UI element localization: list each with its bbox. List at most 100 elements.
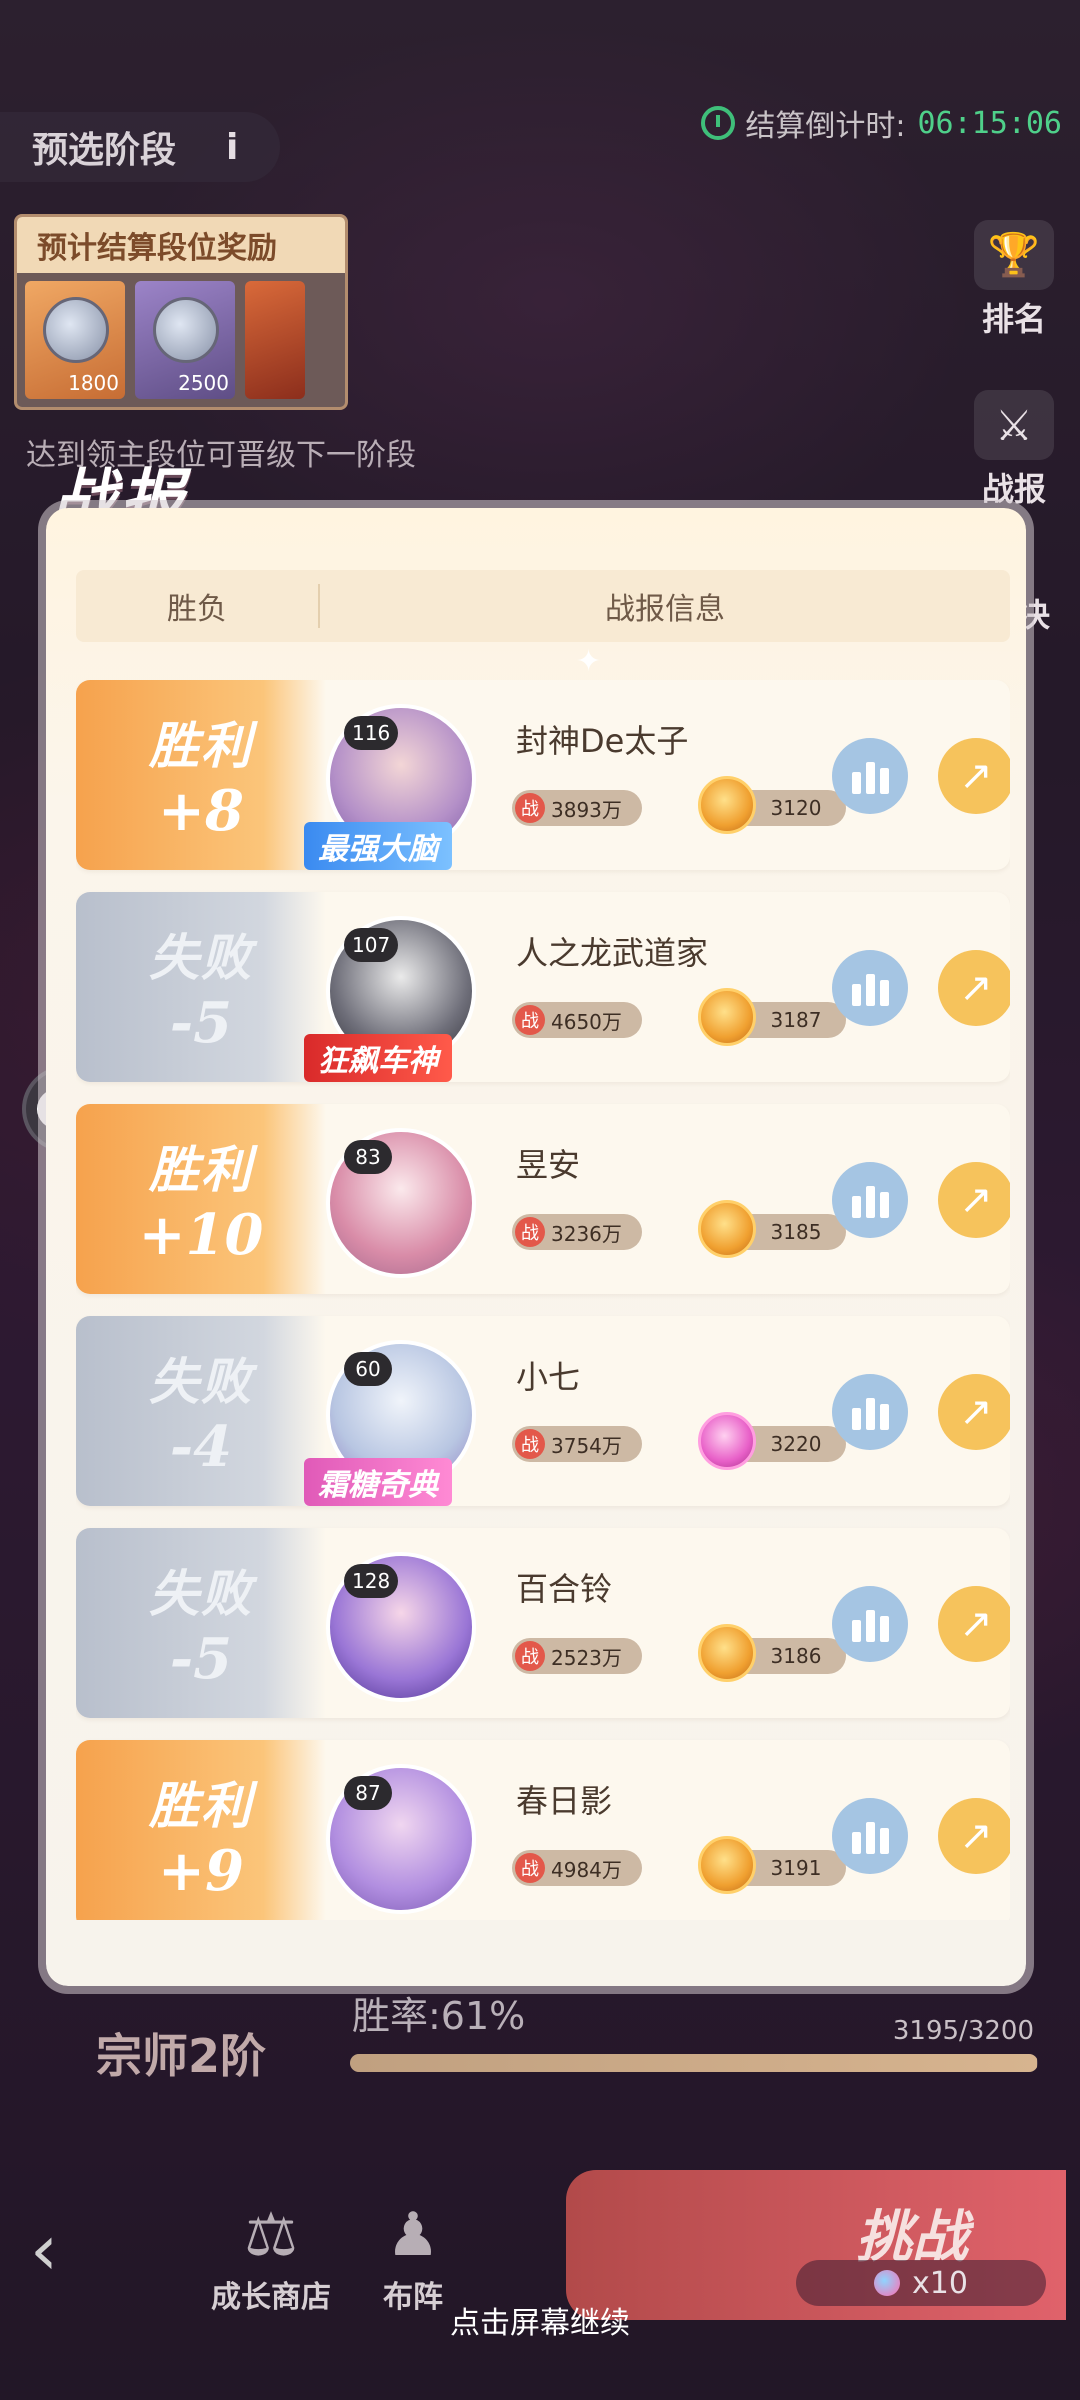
reward-amount: 2500 (178, 371, 229, 395)
share-icon: ↗ (959, 965, 993, 1011)
reward-amount: 1800 (68, 371, 119, 395)
back-arrow-icon: ‹ (30, 2209, 58, 2291)
rank-button[interactable]: 🏆 排名 (968, 220, 1060, 340)
sparkle-icon: ✦ (576, 644, 602, 679)
result-badge: 失败 -5 (76, 892, 326, 1082)
combat-power-value: 3893万 (551, 797, 622, 822)
report-button[interactable]: ⚔ 战报 (968, 390, 1060, 510)
bar-chart-icon (851, 1620, 861, 1642)
player-level: 128 (344, 1564, 399, 1598)
power-badge: 战 (515, 1641, 545, 1671)
back-button[interactable]: ‹ (30, 2200, 170, 2300)
combat-power: 战 4984万 (512, 1850, 642, 1886)
report-button-label: 战报 (981, 470, 1046, 508)
reward-item[interactable]: 1800 (25, 281, 125, 399)
bar-chart-icon-bar (879, 1828, 889, 1854)
result-badge: 胜利 +9 (76, 1740, 326, 1920)
battle-report-row[interactable]: 胜利 +8 116 最强大脑 封神De太子 战 3893万 3120 ↗ (76, 680, 1010, 870)
bar-chart-icon-bar (865, 762, 875, 794)
battle-report-row[interactable]: 失败 -5 107 狂飙车神 人之龙武道家 战 4650万 3187 ↗ (76, 892, 1010, 1082)
power-badge: 战 (515, 793, 545, 823)
stats-button[interactable] (832, 1586, 908, 1662)
combat-power: 战 3236万 (512, 1214, 642, 1250)
player-level: 116 (344, 716, 399, 750)
bar-chart-icon (851, 1832, 861, 1854)
countdown-value: 06:15:06 (917, 105, 1063, 141)
countdown-label: 结算倒计时: (745, 109, 906, 144)
bar-chart-icon-bar (865, 1822, 875, 1854)
share-button[interactable]: ↗ (938, 1586, 1010, 1662)
info-icon[interactable]: i (226, 127, 238, 168)
share-button[interactable]: ↗ (938, 1798, 1010, 1874)
bar-chart-icon (851, 772, 861, 794)
power-badge: 战 (515, 1853, 545, 1883)
battle-report-row[interactable]: 胜利 +10 83 昱安 战 3236万 3185 ↗ (76, 1104, 1010, 1294)
share-icon: ↗ (959, 1601, 993, 1647)
stage-tab[interactable]: 预选阶段 i (0, 112, 280, 182)
battle-report-row[interactable]: 胜利 +9 87 春日影 战 4984万 3191 ↗ (76, 1740, 1010, 1920)
score-change: -4 (169, 1414, 233, 1480)
share-button[interactable]: ↗ (938, 738, 1010, 814)
coin-icon (153, 297, 219, 363)
bar-chart-icon-bar (865, 1398, 875, 1430)
stats-button[interactable] (832, 738, 908, 814)
player-name: 小七 (516, 1358, 581, 1396)
share-button[interactable]: ↗ (938, 1374, 1010, 1450)
clock-icon (701, 106, 736, 140)
coin-icon (43, 297, 109, 363)
settlement-countdown: 结算倒计时: 06:15:06 (701, 98, 1062, 148)
battle-report-row[interactable]: 失败 -5 128 百合铃 战 2523万 3186 ↗ (76, 1528, 1010, 1718)
battle-report-list[interactable]: 胜利 +8 116 最强大脑 封神De太子 战 3893万 3120 ↗ 失败 … (76, 680, 1010, 1920)
combat-power-value: 3236万 (551, 1221, 622, 1246)
power-badge: 战 (515, 1217, 545, 1247)
share-button[interactable]: ↗ (938, 950, 1010, 1026)
player-level: 83 (344, 1140, 392, 1174)
combat-power: 战 3754万 (512, 1426, 642, 1462)
player-level: 87 (344, 1776, 392, 1810)
share-icon: ↗ (959, 1813, 993, 1859)
player-title-tag: 狂飙车神 (304, 1034, 452, 1082)
result-badge: 胜利 +8 (76, 680, 326, 870)
battle-report-row[interactable]: 失败 -4 60 霜糖奇典 小七 战 3754万 3220 ↗ (76, 1316, 1010, 1506)
combat-power: 战 3893万 (512, 790, 642, 826)
rank-name: 宗师2阶 (96, 2029, 267, 2083)
challenge-cost-value: x10 (912, 2265, 968, 2301)
rank-emblem-icon (698, 1412, 756, 1470)
share-button[interactable]: ↗ (938, 1162, 1010, 1238)
stats-button[interactable] (832, 1374, 908, 1450)
reward-item[interactable]: 2500 (135, 281, 235, 399)
score-change: +10 (138, 1202, 264, 1268)
player-level: 60 (344, 1352, 392, 1386)
stats-button[interactable] (832, 950, 908, 1026)
player-title-tag: 最强大脑 (304, 822, 452, 870)
result-label: 失败 (149, 1353, 253, 1411)
rank-points-value: 3186 (770, 1644, 822, 1668)
share-icon: ↗ (959, 1389, 993, 1435)
rank-emblem-icon (698, 1624, 756, 1682)
treasure-chest-icon[interactable] (245, 281, 305, 399)
rank-points-value: 3187 (770, 1008, 822, 1032)
stats-button[interactable] (832, 1798, 908, 1874)
bar-chart-icon-bar (865, 1610, 875, 1642)
bar-chart-icon-bar (879, 1404, 889, 1430)
col-result-header: 胜负 (76, 584, 320, 628)
rank-points-value: 3185 (770, 1220, 822, 1244)
stats-button[interactable] (832, 1162, 908, 1238)
rank-progress-bar (350, 2054, 1038, 2072)
bar-chart-icon-bar (865, 974, 875, 1006)
bar-chart-icon-bar (879, 768, 889, 794)
player-name: 人之龙武道家 (516, 934, 709, 972)
rank-emblem-icon (698, 1836, 756, 1894)
bar-chart-icon-bar (879, 1192, 889, 1218)
reward-panel-title: 预计结算段位奖励 (17, 217, 345, 273)
rank-emblem-icon (698, 776, 756, 834)
player-title-tag: 霜糖奇典 (304, 1458, 452, 1506)
reward-preview-panel[interactable]: 预计结算段位奖励 1800 2500 (14, 214, 348, 410)
score-change: +9 (158, 1838, 244, 1904)
rank-progress-fill (350, 2054, 1037, 2072)
bar-chart-icon-bar (879, 980, 889, 1006)
rank-points-value: 3220 (770, 1432, 822, 1456)
tap-to-continue-hint[interactable]: 点击屏幕继续 (0, 2298, 1080, 2342)
scales-icon: ⚖ (244, 2200, 298, 2270)
rank-points-value: 3191 (770, 1856, 822, 1880)
